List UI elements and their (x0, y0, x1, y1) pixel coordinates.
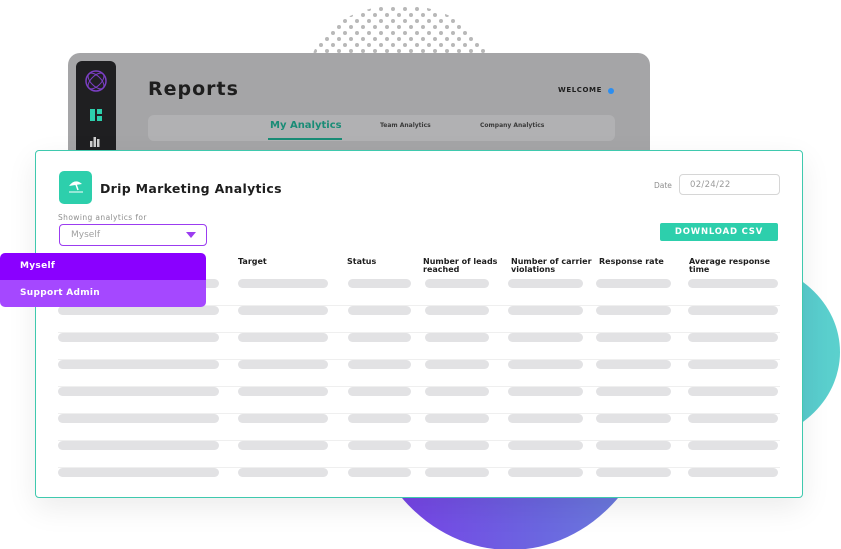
analytics-for-select[interactable]: Myself (59, 224, 207, 246)
loading-placeholder (688, 279, 778, 288)
loading-placeholder (596, 333, 671, 342)
loading-placeholder (238, 333, 328, 342)
loading-placeholder (425, 414, 489, 423)
loading-placeholder (238, 306, 328, 315)
loading-placeholder (238, 279, 328, 288)
tab-team-analytics[interactable]: Team Analytics (380, 122, 431, 129)
card-title: Drip Marketing Analytics (100, 181, 282, 196)
loading-placeholder (425, 306, 489, 315)
column-header-leads-reached: Number of leads reached (423, 257, 498, 274)
dashboard-icon[interactable] (90, 109, 102, 121)
analytics-for-dropdown-menu: Myself Support Admin (0, 253, 206, 307)
analytics-table-body (58, 279, 780, 495)
card-icon-badge (59, 171, 92, 204)
loading-placeholder (425, 468, 489, 477)
loading-placeholder (348, 279, 411, 288)
loading-placeholder (348, 414, 411, 423)
column-header-target: Target (238, 257, 267, 266)
loading-placeholder (348, 306, 411, 315)
loading-placeholder (238, 414, 328, 423)
loading-placeholder (238, 441, 328, 450)
loading-placeholder (348, 333, 411, 342)
table-row (58, 414, 780, 441)
loading-placeholder (238, 468, 328, 477)
loading-placeholder (58, 306, 219, 315)
loading-placeholder (58, 441, 219, 450)
loading-placeholder (58, 414, 219, 423)
loading-placeholder (508, 468, 583, 477)
loading-placeholder (58, 468, 219, 477)
date-label: Date (654, 181, 672, 190)
logo-icon (85, 70, 107, 92)
loading-placeholder (596, 414, 671, 423)
date-value: 02/24/22 (690, 180, 731, 190)
beach-umbrella-icon (69, 181, 83, 193)
loading-placeholder (688, 333, 778, 342)
loading-placeholder (348, 468, 411, 477)
loading-placeholder (508, 360, 583, 369)
loading-placeholder (508, 414, 583, 423)
loading-placeholder (425, 360, 489, 369)
loading-placeholder (508, 387, 583, 396)
loading-placeholder (596, 468, 671, 477)
loading-placeholder (508, 306, 583, 315)
loading-placeholder (348, 387, 411, 396)
loading-placeholder (58, 360, 219, 369)
caret-down-icon (186, 232, 196, 238)
table-row (58, 306, 780, 333)
loading-placeholder (596, 279, 671, 288)
showing-analytics-label: Showing analytics for (58, 213, 147, 222)
loading-placeholder (425, 387, 489, 396)
bar-chart-icon[interactable] (90, 135, 102, 147)
table-row (58, 387, 780, 414)
drip-marketing-card: Drip Marketing Analytics Showing analyti… (35, 150, 803, 498)
loading-placeholder (688, 306, 778, 315)
loading-placeholder (688, 387, 778, 396)
table-row (58, 441, 780, 468)
active-tab-indicator (268, 138, 342, 140)
tab-my-analytics[interactable]: My Analytics (270, 120, 342, 131)
loading-placeholder (508, 441, 583, 450)
column-header-status: Status (347, 257, 377, 266)
download-csv-button[interactable]: DOWNLOAD CSV (660, 223, 778, 241)
select-value: Myself (71, 230, 100, 240)
dotted-pattern-decoration (310, 5, 490, 60)
loading-placeholder (238, 360, 328, 369)
loading-placeholder (425, 441, 489, 450)
loading-placeholder (688, 360, 778, 369)
dropdown-option-support-admin[interactable]: Support Admin (0, 280, 206, 307)
loading-placeholder (688, 441, 778, 450)
page-title: Reports (148, 78, 239, 100)
table-row (58, 468, 780, 495)
loading-placeholder (688, 414, 778, 423)
loading-placeholder (508, 333, 583, 342)
loading-placeholder (596, 441, 671, 450)
loading-placeholder (348, 441, 411, 450)
column-header-response-rate: Response rate (599, 257, 664, 266)
loading-placeholder (425, 333, 489, 342)
loading-placeholder (348, 360, 411, 369)
welcome-label: WELCOME (558, 86, 602, 94)
loading-placeholder (596, 387, 671, 396)
status-dot-icon (608, 88, 614, 94)
loading-placeholder (58, 387, 219, 396)
loading-placeholder (508, 279, 583, 288)
dropdown-option-myself[interactable]: Myself (0, 253, 206, 280)
loading-placeholder (238, 387, 328, 396)
loading-placeholder (596, 360, 671, 369)
tab-company-analytics[interactable]: Company Analytics (480, 122, 544, 129)
table-row (58, 333, 780, 360)
table-row (58, 360, 780, 387)
loading-placeholder (688, 468, 778, 477)
loading-placeholder (58, 333, 219, 342)
column-header-avg-response-time: Average response time (689, 257, 771, 274)
date-input[interactable]: 02/24/22 (679, 174, 780, 195)
analytics-tabs: My Analytics Team Analytics Company Anal… (148, 115, 615, 141)
column-header-carrier-violations: Number of carrier violations (511, 257, 592, 274)
loading-placeholder (425, 279, 489, 288)
loading-placeholder (596, 306, 671, 315)
